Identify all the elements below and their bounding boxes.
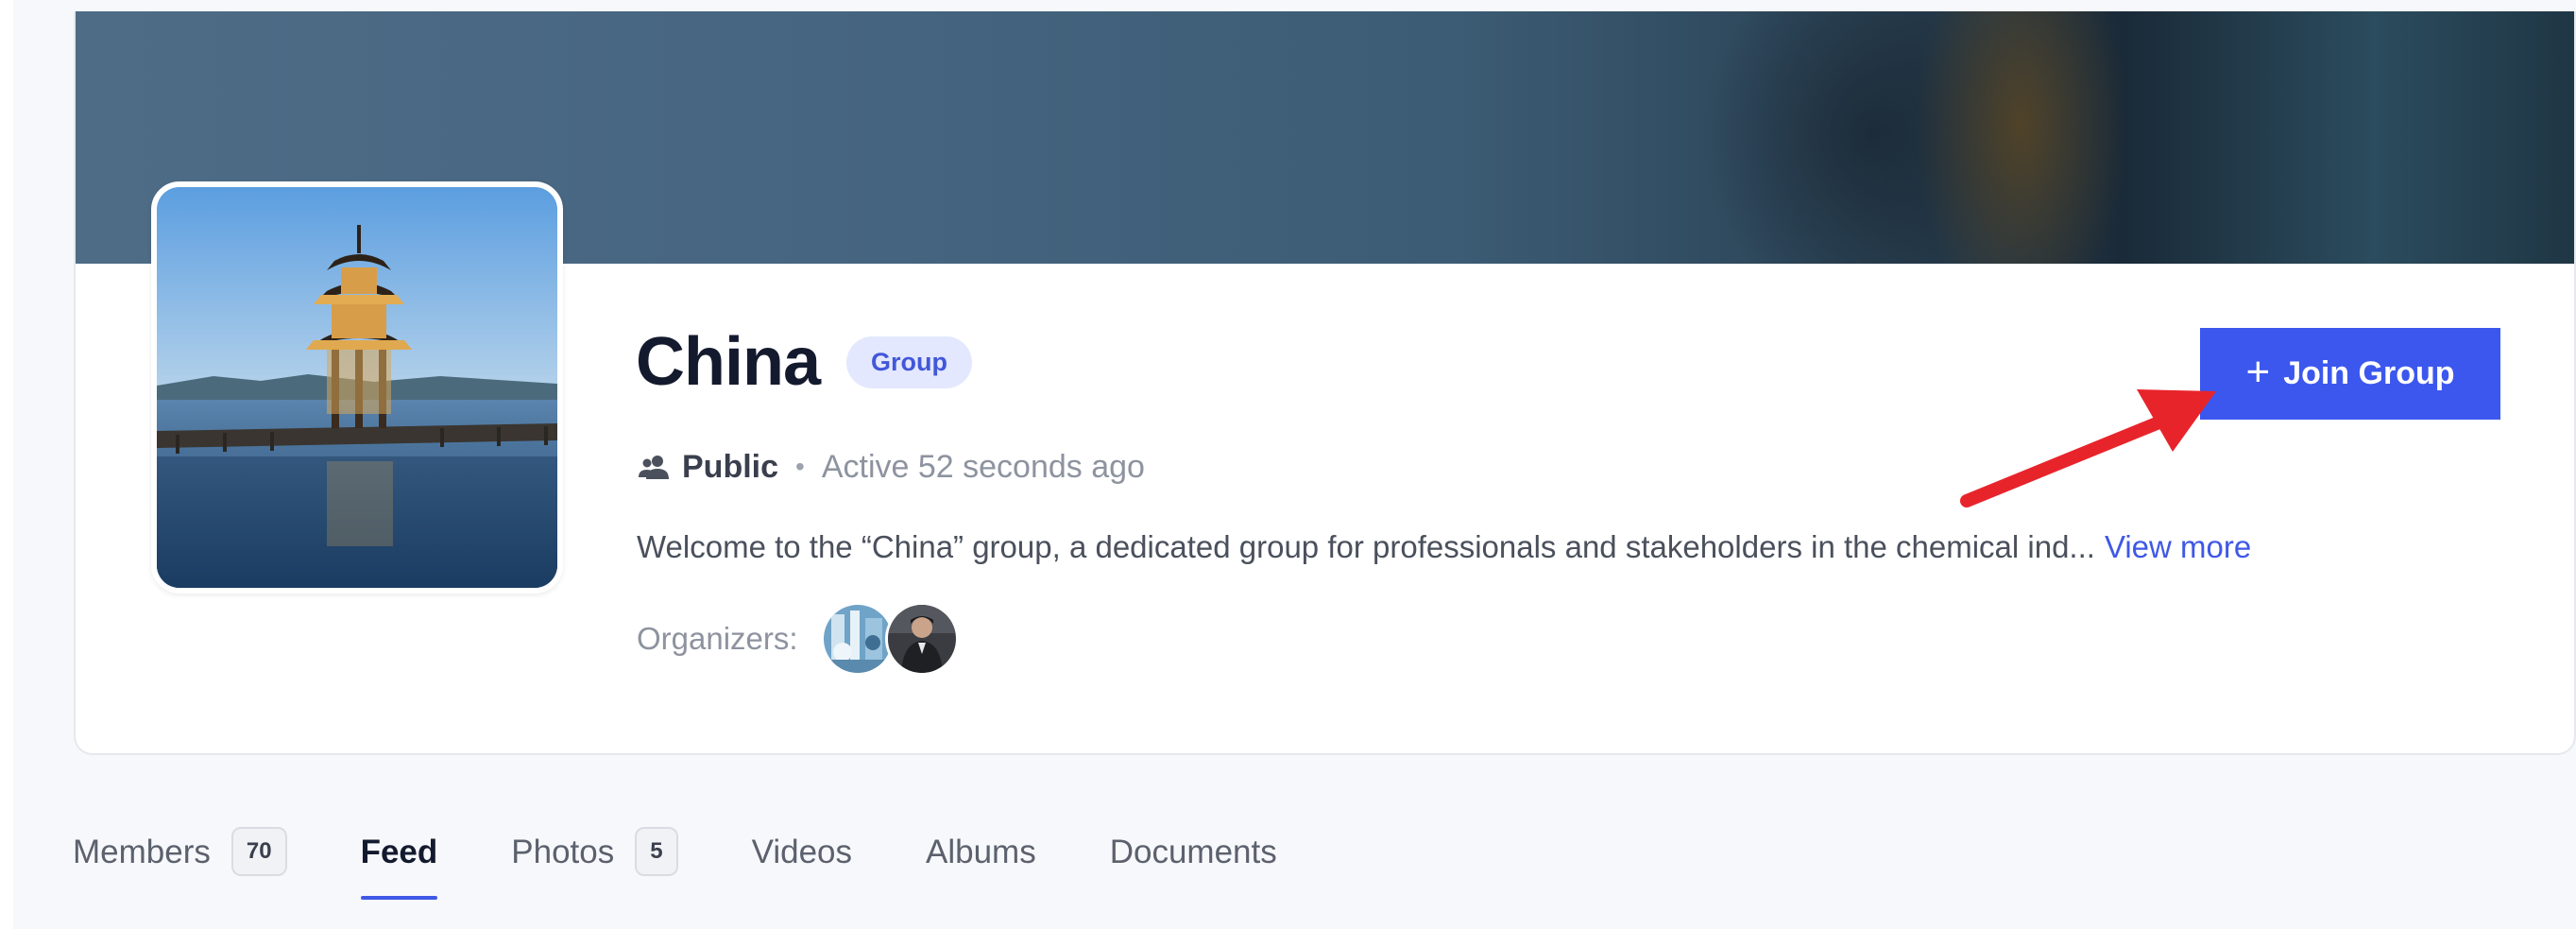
tab-albums[interactable]: Albums (926, 824, 1036, 879)
pagoda-photo (157, 187, 557, 588)
group-avatar[interactable] (151, 181, 563, 594)
organizer-photo-lab (823, 605, 892, 673)
join-group-button[interactable]: + Join Group (2200, 328, 2500, 420)
activity-status: Active 52 seconds ago (821, 449, 1145, 485)
page-left-margin (0, 0, 13, 929)
tab-label: Albums (926, 833, 1036, 870)
tab-label: Documents (1109, 833, 1277, 870)
tab-label: Members (73, 833, 211, 870)
photos-count-badge: 5 (635, 827, 678, 876)
tab-label: Feed (360, 833, 438, 870)
tab-label: Photos (511, 833, 615, 870)
tab-documents[interactable]: Documents (1110, 824, 1277, 879)
tab-photos[interactable]: Photos 5 (511, 824, 678, 879)
group-description: Welcome to the “China” group, a dedicate… (637, 531, 2251, 562)
group-meta: Public • Active 52 seconds ago (639, 451, 1145, 483)
organizers-label: Organizers: (637, 621, 798, 656)
organizer-photo-person (887, 605, 956, 673)
privacy-label: Public (682, 449, 779, 485)
organizer-avatar[interactable] (884, 602, 959, 676)
group-header-card: China Group Public • Active 52 seconds a… (74, 11, 2576, 755)
join-group-label: Join Group (2283, 355, 2455, 391)
tab-feed[interactable]: Feed (360, 824, 438, 900)
group-tabs: Members 70 Feed Photos 5 Videos Albums D… (73, 824, 1351, 919)
group-type-badge: Group (846, 335, 973, 388)
group-title-row: China Group (636, 324, 973, 400)
view-more-link[interactable]: View more (2105, 529, 2251, 564)
members-count-badge: 70 (230, 827, 287, 876)
group-title: China (636, 324, 821, 400)
tab-videos[interactable]: Videos (752, 824, 852, 879)
organizer-avatar[interactable] (820, 602, 895, 676)
meta-separator: • (795, 452, 805, 481)
plus-icon: + (2245, 348, 2271, 395)
tab-members[interactable]: Members 70 (73, 824, 287, 879)
people-icon (639, 456, 669, 479)
tab-label: Videos (751, 833, 852, 870)
description-text: Welcome to the “China” group, a dedicate… (637, 529, 2095, 564)
organizers: Organizers: (637, 602, 959, 676)
